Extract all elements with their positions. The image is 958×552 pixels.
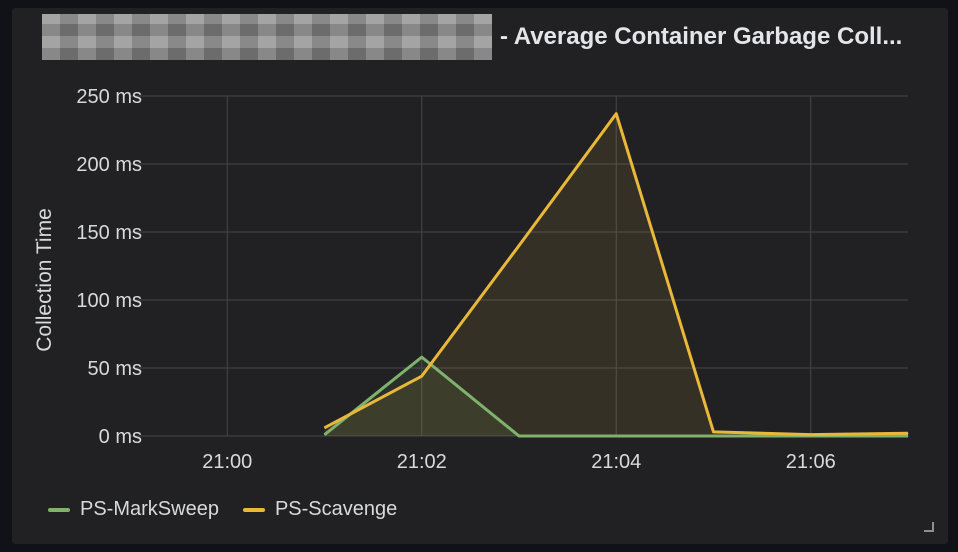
data-point-ps-scavenge xyxy=(615,113,617,115)
series-fills xyxy=(324,113,908,437)
data-point-ps-scavenge xyxy=(518,245,520,247)
x-axis-ticks: 21:00 21:02 21:04 21:06 xyxy=(202,451,836,473)
y-tick-label: 250 ms xyxy=(76,86,142,108)
x-tick-label: 21:02 xyxy=(397,451,447,473)
legend-label-ps-marksweep: PS-MarkSweep xyxy=(80,498,219,520)
y-tick-label: 0 ms xyxy=(99,426,142,448)
y-tick-label: 100 ms xyxy=(76,290,142,312)
data-point-ps-marksweep xyxy=(518,435,520,437)
data-point-ps-scavenge xyxy=(713,431,714,433)
legend-label-ps-scavenge: PS-Scavenge xyxy=(274,498,398,520)
legend-item-ps-scavenge[interactable]: PS-Scavenge xyxy=(242,498,398,521)
data-point-ps-scavenge xyxy=(324,427,325,429)
y-tick-label: 200 ms xyxy=(76,154,142,176)
legend: PS-MarkSweep PS-Scavenge xyxy=(48,498,397,521)
y-tick-label: 50 ms xyxy=(88,358,142,380)
data-point-ps-scavenge xyxy=(907,432,909,434)
data-point-ps-marksweep xyxy=(421,356,423,358)
data-point-ps-scavenge xyxy=(421,375,423,377)
area-fill-ps-scavenge xyxy=(324,113,908,437)
x-tick-label: 21:06 xyxy=(786,451,836,473)
legend-swatch-ps-marksweep xyxy=(48,507,70,512)
data-point-ps-scavenge xyxy=(810,434,812,436)
data-point-ps-marksweep xyxy=(324,434,325,436)
y-axis-label: Collection Time xyxy=(33,208,56,352)
data-point-ps-marksweep xyxy=(907,435,909,437)
y-tick-label: 150 ms xyxy=(76,222,142,244)
legend-item-ps-marksweep[interactable]: PS-MarkSweep xyxy=(48,498,219,521)
y-axis-ticks: 0 ms 50 ms 100 ms 150 ms 200 ms 250 ms xyxy=(76,86,142,448)
x-tick-label: 21:04 xyxy=(591,451,641,473)
data-point-ps-marksweep xyxy=(615,435,617,437)
legend-swatch-ps-scavenge xyxy=(242,507,265,512)
x-tick-label: 21:00 xyxy=(202,451,252,473)
chart-area: 0 ms50 ms100 ms150 ms200 ms250 ms 21:00 2… xyxy=(33,86,909,473)
data-point-ps-marksweep xyxy=(713,435,714,437)
